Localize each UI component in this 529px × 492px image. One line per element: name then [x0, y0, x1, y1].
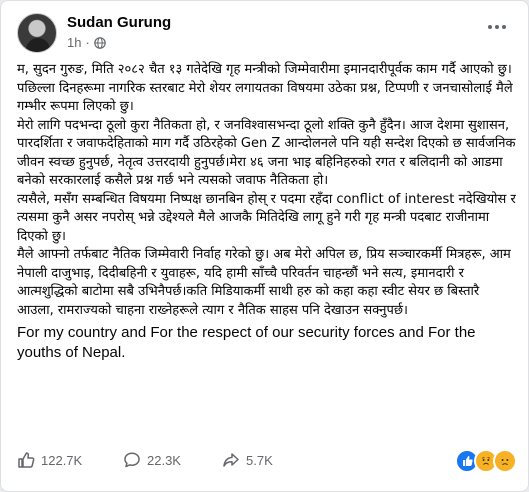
comment-count: 22.3K: [147, 452, 181, 468]
post-body: म, सुदन गुरुङ, मिति २०८२ चैत १३ गतेदेखि …: [17, 61, 517, 363]
post-header: Sudan Gurung 1h ·: [17, 13, 517, 53]
share-button[interactable]: 5.7K: [222, 451, 273, 469]
meta-separator: ·: [85, 35, 90, 50]
share-count: 5.7K: [246, 452, 273, 468]
post-paragraph: मेरो लागि पदभन्दा ठूलो कुरा नैतिकता हो, …: [17, 117, 516, 189]
avatar[interactable]: [17, 13, 57, 53]
post-paragraph-english: For my country and For the respect of ou…: [17, 324, 476, 361]
post-meta: 1h ·: [67, 35, 106, 50]
author-name[interactable]: Sudan Gurung: [67, 14, 171, 31]
like-icon: [18, 452, 35, 468]
cry-reaction-icon: [493, 449, 517, 473]
post-paragraph: म, सुदन गुरुङ, मिति २०८२ चैत १३ गतेदेखि …: [17, 62, 513, 114]
more-options-icon[interactable]: [481, 15, 513, 39]
post-paragraph: त्यसैले, मसँग सम्बन्धित विषयमा निष्पक्ष …: [17, 191, 516, 244]
post-card: Sudan Gurung 1h · म, सुदन गुरुङ, मिति २०…: [0, 0, 529, 492]
share-icon: [223, 453, 239, 467]
comment-button[interactable]: 22.3K: [123, 451, 181, 469]
globe-icon[interactable]: [94, 36, 106, 49]
post-paragraph: मैले आफ्नो तर्फबाट नैतिक जिम्मेवारी निर्…: [17, 247, 511, 318]
post-footer: 122.7K 22.3K 5.7K: [17, 449, 517, 475]
reaction-summary[interactable]: [455, 449, 517, 473]
like-count: 122.7K: [41, 452, 83, 468]
post-time[interactable]: 1h: [67, 35, 81, 50]
comment-icon: [124, 452, 140, 468]
like-button[interactable]: 122.7K: [17, 451, 82, 469]
